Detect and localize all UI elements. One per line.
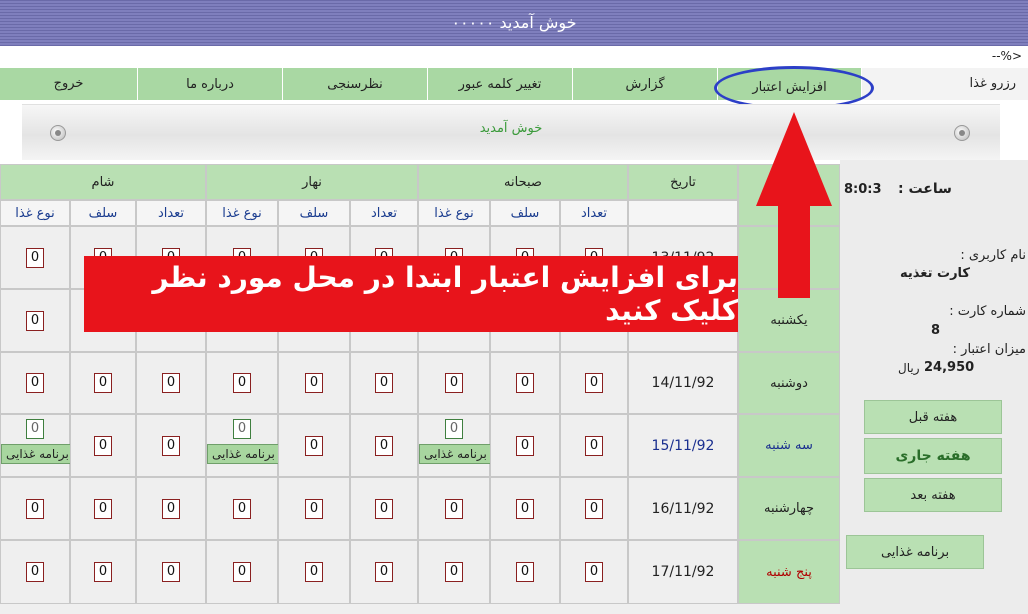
date-cell: 16/11/92 — [628, 477, 738, 540]
column-subheader: سلف — [70, 200, 136, 226]
quantity-input[interactable]: 0 — [516, 373, 534, 393]
day-cell: چهارشنبه — [738, 477, 840, 540]
quantity-input[interactable]: 0 — [94, 562, 112, 582]
quantity-input[interactable]: 0 — [516, 562, 534, 582]
meal-program-button[interactable]: برنامه غذایی — [1, 444, 74, 464]
quantity-input[interactable]: 0 — [375, 373, 393, 393]
quantity-input[interactable]: 0 — [94, 498, 112, 519]
quantity-input[interactable]: 0 — [305, 373, 323, 393]
app-root: { "header": { "title": "خوش آمدید ٠٠٠٠٠"… — [0, 0, 1028, 614]
quantity-input[interactable]: 0 — [233, 562, 251, 582]
quantity-input[interactable]: 0 — [26, 247, 44, 268]
quantity-input[interactable]: 0 — [585, 562, 603, 582]
page-title: خوش آمدید ٠٠٠٠٠ — [451, 13, 577, 32]
welcome-bar: خوش آمدید — [22, 104, 1000, 160]
quantity-input[interactable]: 0 — [26, 498, 44, 519]
username-label: نام کاربری : — [960, 248, 1026, 263]
card-number-value: 8 — [930, 323, 940, 338]
main-nav: خروج درباره ما نظرسنجی تغییر کلمه عبور گ… — [0, 68, 862, 100]
quantity-input[interactable]: 0 — [585, 373, 603, 393]
quantity-input[interactable]: 0 — [445, 498, 463, 519]
quantity-input[interactable]: 0 — [516, 498, 534, 519]
quantity-input[interactable]: 0 — [445, 419, 463, 439]
day-cell: سه شنبه — [738, 414, 840, 477]
quantity-input[interactable]: 0 — [162, 373, 180, 393]
column-subheader: تعداد — [350, 200, 418, 226]
credit-label: میزان اعتبار : — [952, 342, 1026, 357]
quantity-input[interactable]: 0 — [26, 373, 44, 393]
previous-week-button[interactable]: هفته قبل — [864, 400, 1002, 434]
nav-tab-increase-credit[interactable]: افزایش اعتبار — [718, 68, 862, 100]
quantity-input[interactable]: 0 — [305, 498, 323, 519]
next-week-button[interactable]: هفته بعد — [864, 478, 1002, 512]
nav-tab-change-password[interactable]: تغییر کلمه عبور — [428, 68, 573, 100]
quantity-input[interactable]: 0 — [445, 562, 463, 582]
meal-program-button[interactable]: برنامه غذایی — [207, 444, 280, 464]
date-cell: 14/11/92 — [628, 352, 738, 414]
meal-header: نهار — [206, 164, 418, 200]
quantity-input[interactable]: 0 — [94, 435, 112, 456]
column-subheader: سلف — [490, 200, 560, 226]
column-subheader: تعداد — [560, 200, 628, 226]
nav-tab-survey[interactable]: نظرسنجی — [283, 68, 428, 100]
credit-value: 24,950 — [924, 360, 975, 375]
quantity-input[interactable]: 0 — [94, 373, 112, 393]
scroll-right-icon[interactable] — [954, 125, 970, 141]
meal-header: شام — [0, 164, 206, 200]
menu-program-button[interactable]: برنامه غذایی — [846, 535, 984, 569]
red-arrow-icon — [756, 112, 832, 298]
column-subheader: تعداد — [136, 200, 206, 226]
current-week-button[interactable]: هفته جاری — [864, 438, 1002, 474]
column-subheader: سلف — [278, 200, 350, 226]
date-header: تاریخ — [628, 164, 738, 200]
nav-tab-report[interactable]: گزارش — [573, 68, 718, 100]
card-number-label: شماره کارت : — [949, 304, 1026, 319]
clock-label: ساعت : — [898, 181, 952, 197]
username-value: کارت تغذیه — [899, 266, 970, 281]
day-cell: دوشنبه — [738, 352, 840, 414]
date-cell: 17/11/92 — [628, 540, 738, 604]
date-cell: 15/11/92 — [628, 414, 738, 477]
welcome-text: خوش آمدید — [479, 121, 543, 136]
nav-section-label: رزرو غذا — [862, 68, 1028, 100]
clock-value: 8:0:3 — [844, 182, 882, 197]
column-subheader: نوع غذا — [418, 200, 490, 226]
quantity-input[interactable]: 0 — [233, 419, 251, 439]
instruction-banner: برای افزایش اعتبار ابتدا در محل مورد نظر… — [84, 256, 738, 332]
quantity-input[interactable]: 0 — [162, 562, 180, 582]
meal-header: صبحانه — [418, 164, 628, 200]
quantity-input[interactable]: 0 — [26, 562, 44, 582]
date-subheader — [628, 200, 738, 226]
quantity-input[interactable]: 0 — [375, 435, 393, 456]
quantity-input[interactable]: 0 — [233, 373, 251, 393]
stray-code-text: --%> — [991, 49, 1022, 63]
title-bar: خوش آمدید ٠٠٠٠٠ — [0, 0, 1028, 46]
quantity-input[interactable]: 0 — [516, 435, 534, 456]
quantity-input[interactable]: 0 — [445, 373, 463, 393]
nav-tab-exit[interactable]: خروج — [0, 68, 138, 100]
quantity-input[interactable]: 0 — [26, 310, 44, 331]
meal-program-button[interactable]: برنامه غذایی — [419, 444, 492, 464]
quantity-input[interactable]: 0 — [305, 562, 323, 582]
quantity-input[interactable]: 0 — [585, 435, 603, 456]
nav-tab-about[interactable]: درباره ما — [138, 68, 283, 100]
quantity-input[interactable]: 0 — [305, 435, 323, 456]
quantity-input[interactable]: 0 — [375, 498, 393, 519]
quantity-input[interactable]: 0 — [162, 498, 180, 519]
day-cell: پنج شنبه — [738, 540, 840, 604]
quantity-input[interactable]: 0 — [26, 419, 44, 439]
credit-unit: ریال — [898, 361, 920, 375]
quantity-input[interactable]: 0 — [375, 562, 393, 582]
quantity-input[interactable]: 0 — [233, 498, 251, 519]
quantity-input[interactable]: 0 — [585, 498, 603, 519]
quantity-input[interactable]: 0 — [162, 435, 180, 456]
column-subheader: نوع غذا — [206, 200, 278, 226]
day-cell: یکشنبه — [738, 289, 840, 352]
column-subheader: نوع غذا — [0, 200, 70, 226]
